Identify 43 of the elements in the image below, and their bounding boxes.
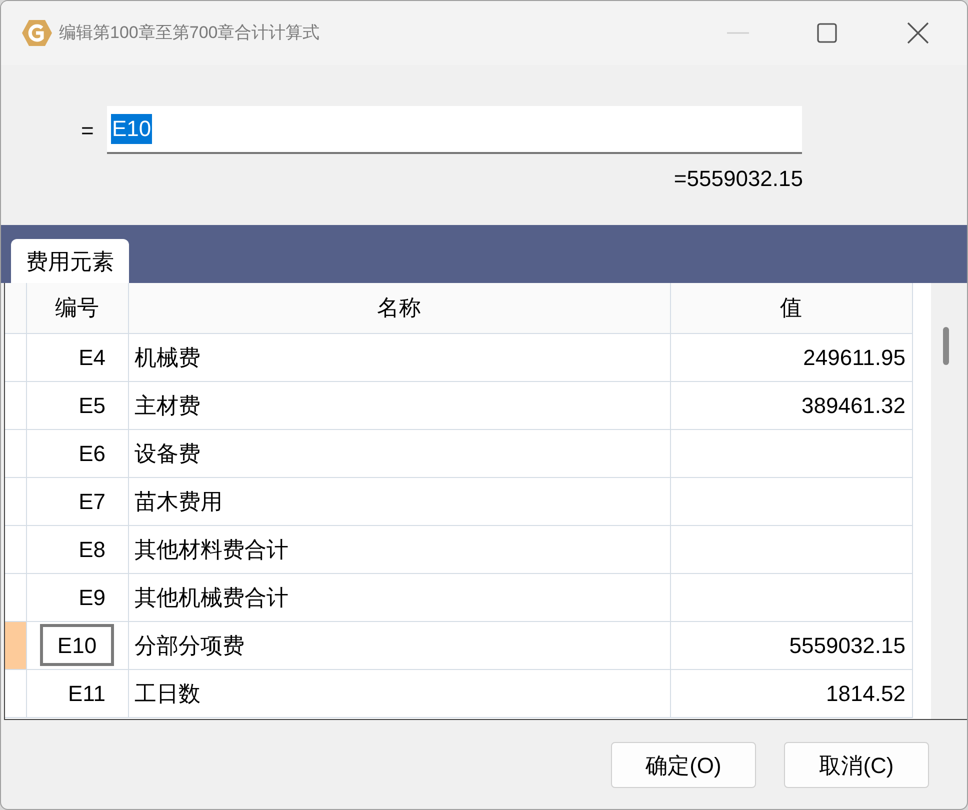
table-cell-text: E5 <box>78 392 106 420</box>
result-label: =5559032.15 <box>674 165 803 193</box>
table-cell: 设备费 <box>128 429 670 477</box>
tab[interactable]: 费用元素 <box>11 239 129 283</box>
scrollbar-thumb[interactable] <box>943 327 949 365</box>
table-cell-text: E11 <box>66 680 106 708</box>
window-title: 编辑第100章至第700章合计计算式 <box>59 22 320 44</box>
row-indicator[interactable] <box>5 381 26 429</box>
table-cell-text: E7 <box>78 488 106 516</box>
table-cell: 机械费 <box>128 333 670 381</box>
table-cell-text: E8 <box>78 536 106 564</box>
close-icon[interactable] <box>907 22 929 44</box>
column-header: 编号 <box>26 283 128 333</box>
row-indicator[interactable] <box>5 525 26 573</box>
app-logo-icon <box>21 17 53 49</box>
equals-label: = <box>81 116 95 144</box>
dialog-button[interactable]: 取消(C) <box>784 742 929 788</box>
minimize-icon[interactable] <box>727 31 749 35</box>
row-indicator[interactable] <box>5 573 26 621</box>
row-indicator[interactable] <box>5 429 26 477</box>
table-cell-text: E6 <box>78 440 106 468</box>
dialog-button[interactable]: 确定(O) <box>611 742 756 788</box>
column-header: 名称 <box>128 283 670 333</box>
table-cell: 其他机械费合计 <box>128 573 670 621</box>
row-indicator[interactable] <box>5 621 26 669</box>
table-cell: 249611.95 <box>670 333 912 381</box>
table-cell: 其他材料费合计 <box>128 525 670 573</box>
maximize-icon[interactable] <box>817 23 837 43</box>
table-cell-text: E9 <box>78 584 106 612</box>
table-cell: 1814.52 <box>670 669 912 717</box>
table-cell: 分部分项费 <box>128 621 670 669</box>
table-cell-text: E4 <box>78 344 106 372</box>
formula-input[interactable]: E10 <box>107 106 802 154</box>
table-cell: 389461.32 <box>670 381 912 429</box>
row-indicator[interactable] <box>5 669 26 717</box>
table-cell: 工日数 <box>128 669 670 717</box>
row-indicator[interactable] <box>5 477 26 525</box>
row-indicator[interactable] <box>5 333 26 381</box>
table-cell: 苗木费用 <box>128 477 670 525</box>
table-cell: 5559032.15 <box>670 621 912 669</box>
table-cell: E10 <box>40 624 114 666</box>
table-cell: 主材费 <box>128 381 670 429</box>
column-header: 值 <box>670 283 912 333</box>
